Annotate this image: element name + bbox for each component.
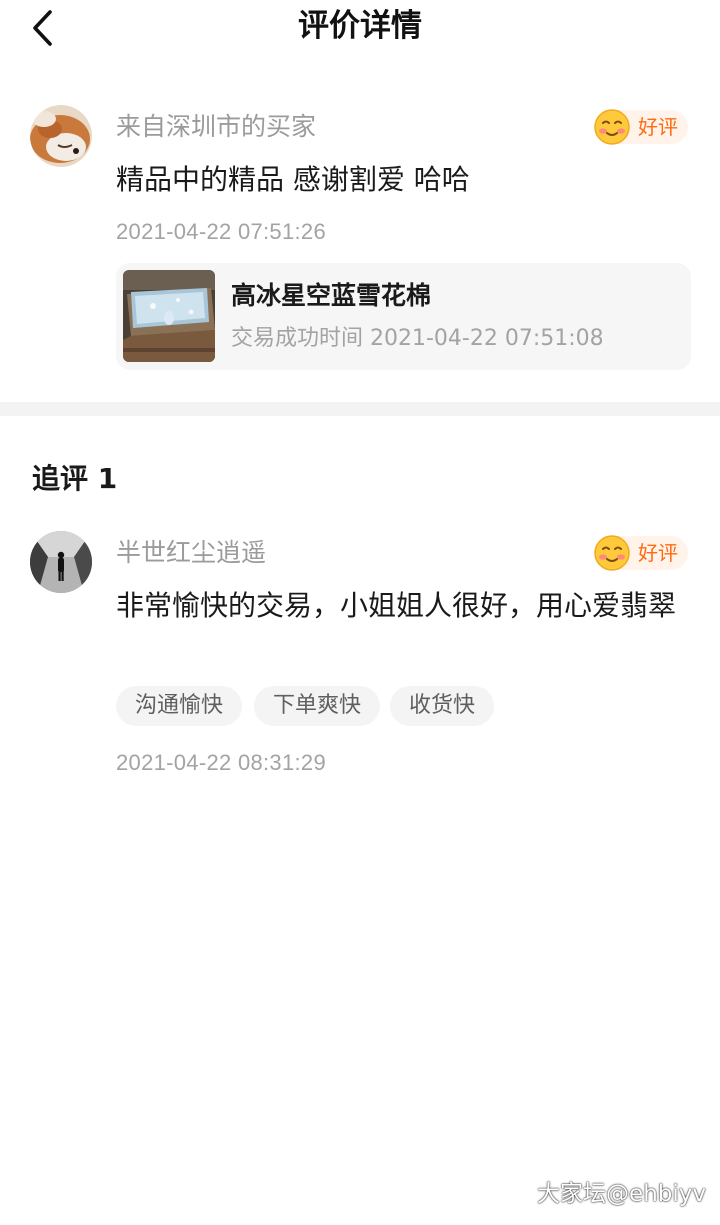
smiling-face-icon	[594, 535, 630, 571]
page-title: 评价详情	[298, 8, 422, 44]
reviewer-name: 来自深圳市的买家	[116, 112, 317, 141]
followup-section-title: 追评 1	[32, 462, 118, 495]
followup-reviewer-name: 半世红尘逍遥	[116, 538, 267, 567]
followup-review-text: 非常愉快的交易，小姐姐人很好，用心爱翡翠	[116, 589, 677, 622]
followup-timestamp: 2021-04-22 08:31:29	[116, 750, 326, 775]
rating-badge: 好评	[594, 109, 688, 145]
product-card[interactable]: 高冰星空蓝雪花棉 交易成功时间 2021-04-22 07:51:08	[116, 263, 691, 370]
tag-item[interactable]: 沟通愉快	[116, 686, 242, 726]
review-text: 精品中的精品 感谢割爱 哈哈	[116, 163, 470, 196]
watermark: 大家坛@ehbiyv	[537, 1181, 706, 1207]
buyer-avatar[interactable]	[30, 105, 92, 167]
followup-rating-badge: 好评	[594, 535, 688, 571]
review-timestamp: 2021-04-22 07:51:26	[116, 219, 326, 244]
product-thumbnail	[123, 270, 215, 362]
top-nav-bar: 评价详情	[0, 0, 720, 56]
tag-item[interactable]: 下单爽快	[254, 686, 380, 726]
rating-label: 好评	[638, 115, 678, 139]
rating-label: 好评	[638, 541, 678, 565]
tag-item[interactable]: 收货快	[390, 686, 494, 726]
transaction-time: 交易成功时间 2021-04-22 07:51:08	[231, 326, 604, 351]
followup-avatar[interactable]	[30, 531, 92, 593]
product-title: 高冰星空蓝雪花棉	[231, 281, 432, 310]
section-divider	[0, 402, 720, 416]
smiling-face-icon	[594, 109, 630, 145]
